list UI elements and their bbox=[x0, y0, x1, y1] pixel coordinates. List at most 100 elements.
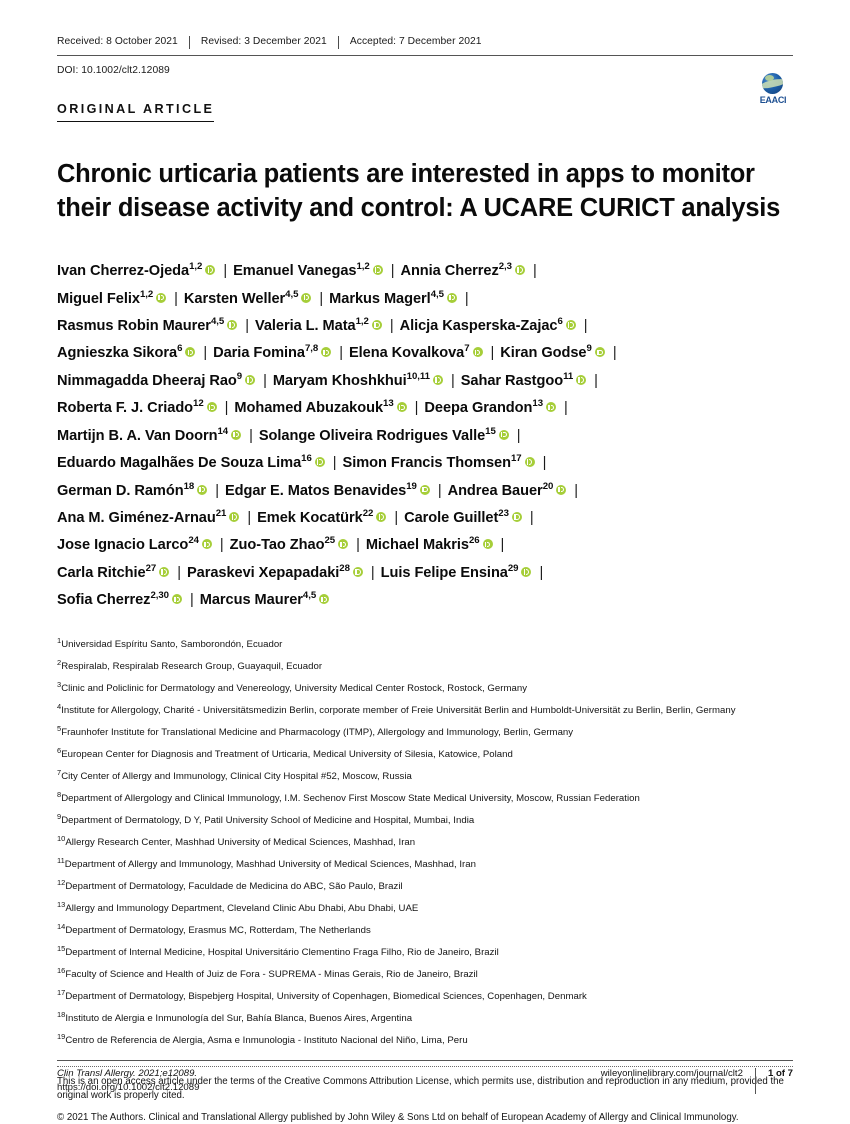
author-name: Emanuel Vanegas bbox=[233, 263, 357, 280]
orcid-icon[interactable] bbox=[227, 320, 238, 331]
author-separator: | bbox=[542, 455, 547, 472]
orcid-icon[interactable] bbox=[231, 429, 242, 440]
author-separator: | bbox=[529, 509, 534, 526]
orcid-icon[interactable] bbox=[546, 402, 557, 413]
orcid-icon[interactable] bbox=[472, 347, 483, 358]
author-list: Ivan Cherrez-Ojeda1,2 | Emanuel Vanegas1,2… bbox=[57, 258, 793, 614]
orcid-icon[interactable] bbox=[338, 539, 349, 550]
affiliation-text: City Center of Allergy and Immunology, C… bbox=[61, 770, 412, 782]
affiliation-text: Institute for Allergology, Charité - Uni… bbox=[61, 704, 736, 716]
orcid-icon[interactable] bbox=[352, 566, 363, 577]
orcid-icon[interactable] bbox=[314, 457, 325, 468]
author-affiliation-ref: 14 bbox=[217, 425, 229, 437]
orcid-icon[interactable] bbox=[205, 265, 216, 276]
author-entry: Alicja Kasperska-Zajac6 bbox=[400, 316, 578, 334]
author-separator: | bbox=[414, 400, 419, 417]
affiliation-item: 17Department of Dermatology, Bispebjerg … bbox=[57, 989, 793, 1004]
author-line: Rasmus Robin Maurer4,5 | Valeria L. Mata1,… bbox=[57, 313, 793, 340]
footer-journal-url[interactable]: wileyonlinelibrary.com/journal/clt2 bbox=[601, 1068, 755, 1079]
author-name: Rasmus Robin Maurer bbox=[57, 318, 211, 335]
orcid-icon[interactable] bbox=[185, 347, 196, 358]
author-entry: Deepa Grandon13 bbox=[424, 399, 558, 416]
author-line: Nimmagadda Dheeraj Rao9 | Maryam Khoshkhui… bbox=[57, 368, 793, 395]
footer-doi-url[interactable]: https://doi.org/10.1002/clt2.12089 bbox=[57, 1081, 199, 1095]
affiliation-list: 1Universidad Espíritu Santo, Samborondón… bbox=[57, 636, 793, 1049]
author-affiliation-ref: 6 bbox=[557, 316, 563, 328]
orcid-icon[interactable] bbox=[171, 594, 182, 605]
orcid-icon[interactable] bbox=[376, 511, 387, 522]
orcid-icon[interactable] bbox=[446, 292, 457, 303]
author-entry: Elena Kovalkova7 bbox=[348, 344, 485, 362]
orcid-icon[interactable] bbox=[594, 347, 605, 358]
author-name: Sofia Cherrez bbox=[57, 592, 151, 609]
orcid-icon[interactable] bbox=[524, 457, 535, 468]
author-affiliation-ref: 19 bbox=[406, 480, 417, 492]
orcid-icon[interactable] bbox=[511, 511, 522, 522]
orcid-icon[interactable] bbox=[156, 292, 167, 303]
author-name: Ana M. Giménez-Arnau bbox=[57, 509, 216, 526]
affiliation-item: 13Allergy and Immunology Department, Cle… bbox=[57, 901, 793, 916]
orcid-icon[interactable] bbox=[482, 539, 493, 550]
orcid-icon[interactable] bbox=[301, 292, 312, 303]
orcid-icon[interactable] bbox=[514, 265, 525, 276]
orcid-icon[interactable] bbox=[159, 566, 170, 577]
orcid-icon[interactable] bbox=[319, 594, 330, 605]
orcid-icon[interactable] bbox=[565, 320, 576, 331]
author-separator: | bbox=[245, 318, 249, 335]
orcid-icon[interactable] bbox=[432, 374, 443, 385]
author-affiliation-ref: 15 bbox=[485, 425, 496, 437]
orcid-icon[interactable] bbox=[498, 429, 509, 440]
orcid-icon[interactable] bbox=[576, 374, 587, 385]
author-affiliation-ref: 23 bbox=[498, 508, 509, 520]
author-name: German D. Ramón bbox=[57, 482, 184, 499]
globe-icon bbox=[762, 72, 783, 94]
author-name: Daria Fomina bbox=[213, 345, 305, 362]
orcid-icon[interactable] bbox=[419, 484, 430, 495]
affiliation-text: Department of Dermatology, Faculdade de … bbox=[65, 881, 403, 892]
orcid-icon[interactable] bbox=[556, 484, 567, 495]
orcid-icon[interactable] bbox=[201, 539, 212, 550]
orcid-icon[interactable] bbox=[206, 402, 217, 413]
author-name: Elena Kovalkova bbox=[348, 345, 465, 362]
author-entry: Roberta F. J. Criado12 bbox=[57, 399, 219, 416]
author-separator: | bbox=[437, 482, 442, 499]
author-separator: | bbox=[370, 564, 375, 581]
author-entry: Miguel Felix1,2 bbox=[57, 289, 168, 307]
orcid-icon[interactable] bbox=[197, 484, 208, 495]
orcid-icon[interactable] bbox=[521, 566, 532, 577]
author-separator: | bbox=[583, 318, 588, 335]
author-entry: Luis Felipe Ensina29 bbox=[381, 564, 534, 581]
author-affiliation-ref: 9 bbox=[236, 371, 243, 382]
author-entry: Eduardo Magalhães De Souza Lima16 bbox=[57, 454, 327, 471]
affiliation-item: 6European Center for Diagnosis and Treat… bbox=[57, 746, 793, 762]
orcid-icon[interactable] bbox=[245, 374, 256, 385]
orcid-icon[interactable] bbox=[396, 402, 407, 413]
footer-citation: Clin Transl Allergy. 2021;e12089. bbox=[57, 1068, 198, 1080]
author-separator: | bbox=[532, 263, 537, 280]
page-footer: Clin Transl Allergy. 2021;e12089. https:… bbox=[57, 1060, 793, 1095]
affiliation-item: 3Clinic and Policlinic for Dermatology a… bbox=[57, 680, 793, 696]
eaaci-logo: EAACI bbox=[750, 70, 796, 114]
author-separator: | bbox=[263, 372, 267, 389]
author-affiliation-ref: 1,2 bbox=[189, 261, 203, 273]
author-entry: Ana M. Giménez-Arnau21 bbox=[57, 509, 241, 526]
author-name: Andrea Bauer bbox=[447, 482, 543, 499]
article-type-row: ORIGINAL ARTICLE EAACI bbox=[57, 72, 793, 122]
orcid-icon[interactable] bbox=[372, 265, 383, 276]
affiliation-item: 10Allergy Research Center, Mashhad Unive… bbox=[57, 835, 793, 850]
author-affiliation-ref: 24 bbox=[188, 535, 199, 547]
author-entry: Edgar E. Matos Benavides19 bbox=[224, 480, 432, 499]
orcid-icon[interactable] bbox=[321, 347, 332, 358]
author-name: Ivan Cherrez-Ojeda bbox=[57, 263, 190, 280]
orcid-icon[interactable] bbox=[371, 320, 382, 331]
author-affiliation-ref: 25 bbox=[324, 535, 336, 547]
author-line: Sofia Cherrez2,30 | Marcus Maurer4,5 bbox=[57, 587, 793, 614]
author-name: Marcus Maurer bbox=[199, 592, 303, 609]
author-name: Mohamed Abuzakouk bbox=[234, 400, 384, 417]
affiliation-item: 14Department of Dermatology, Erasmus MC,… bbox=[57, 923, 793, 938]
orcid-icon[interactable] bbox=[229, 511, 240, 522]
author-separator: | bbox=[612, 345, 617, 362]
affiliation-item: 18Instituto de Alergia e Inmunología del… bbox=[57, 1011, 793, 1026]
affiliation-item: 15Department of Internal Medicine, Hospi… bbox=[57, 945, 793, 960]
author-name: Edgar E. Matos Benavides bbox=[224, 482, 407, 499]
